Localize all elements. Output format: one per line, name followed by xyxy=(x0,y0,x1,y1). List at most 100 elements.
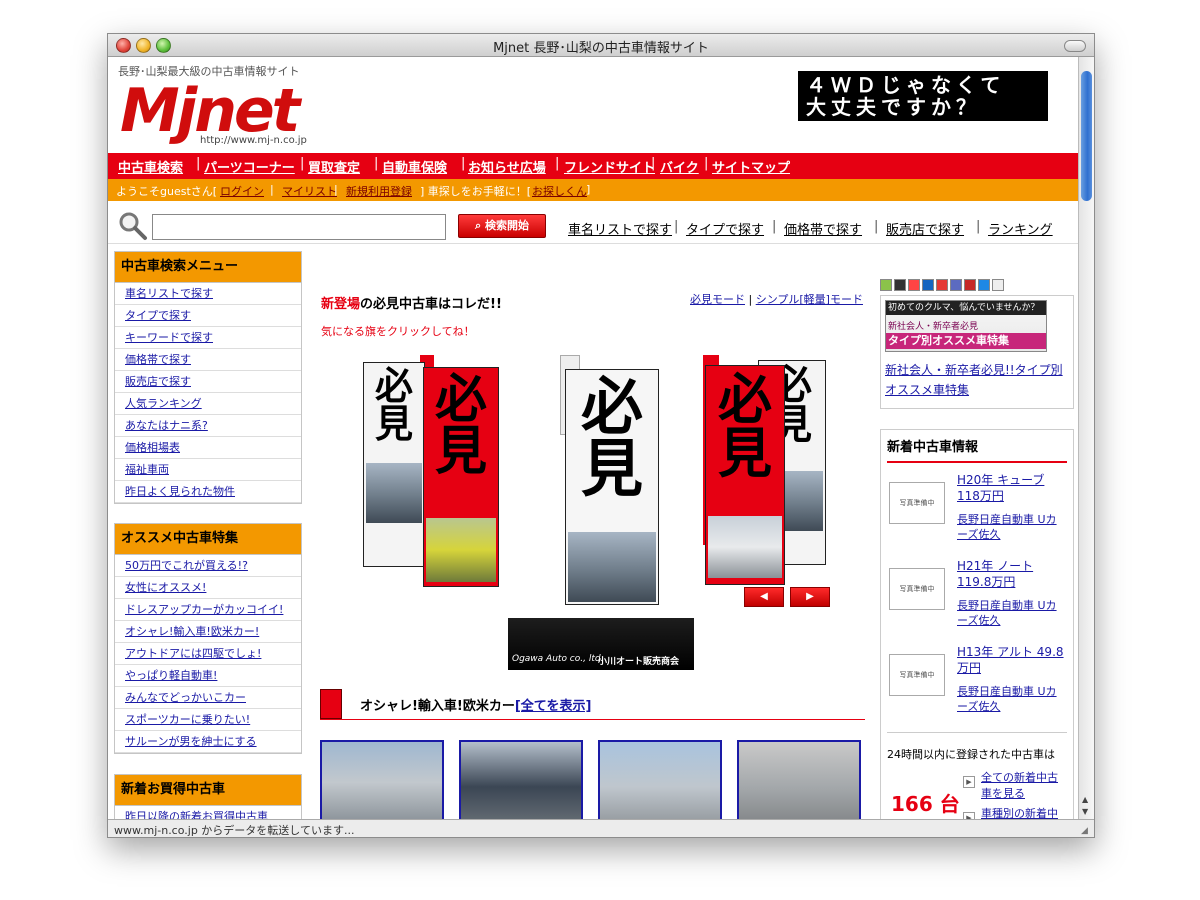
search-button[interactable]: ⌕ 検索開始 xyxy=(458,214,546,238)
nav-insurance[interactable]: 自動車保険 xyxy=(382,157,447,176)
no-photo-placeholder[interactable]: 写真準備中 xyxy=(889,568,945,610)
new-car-title[interactable]: H13年 アルト 49.8万円 xyxy=(957,645,1064,675)
search-by-price[interactable]: 価格帯で探す xyxy=(784,219,862,238)
flag-right-front[interactable]: 必 見 xyxy=(705,365,785,585)
bookmark-icon[interactable] xyxy=(922,279,934,291)
search-ranking[interactable]: ランキング xyxy=(988,219,1053,238)
menu-item[interactable]: 昨日以降の新着お買得中古車 xyxy=(125,810,268,819)
vertical-scrollbar[interactable]: ▲ ▼ xyxy=(1078,57,1094,819)
scroll-up-icon[interactable]: ▲ xyxy=(1082,795,1088,804)
car-thumbnail[interactable] xyxy=(737,740,861,819)
nav-purchase[interactable]: 買取査定 xyxy=(308,157,360,176)
menu-item[interactable]: 価格相場表 xyxy=(125,441,180,454)
flag-kanji: 見 xyxy=(374,401,413,446)
nav-news[interactable]: お知らせ広場 xyxy=(468,157,546,176)
register-link[interactable]: 新規利用登録 xyxy=(346,185,412,198)
title-bar: Mjnet 長野･山梨の中古車情報サイト xyxy=(108,34,1094,57)
main-nav: 中古車検索 | パーツコーナー | 買取査定 | 自動車保険 | お知らせ広場 … xyxy=(108,153,1078,179)
bookmark-icon[interactable] xyxy=(992,279,1004,291)
new-car-title[interactable]: H21年 ノート 119.8万円 xyxy=(957,559,1033,589)
search-menu: 中古車検索メニュー 車名リストで探す タイプで探す キーワードで探す 価格帯で探… xyxy=(114,251,302,504)
menu-item[interactable]: タイプで探す xyxy=(125,309,191,322)
featured-title: 新登場の必見中古車はコレだ!! xyxy=(321,293,502,312)
ad-banner[interactable]: ４ＷＤじゃなくて 大丈夫ですか？ xyxy=(798,71,1048,121)
bargain-menu: 新着お買得中古車 昨日以降の新着お買得中古車 xyxy=(114,774,302,819)
bookmark-icon[interactable] xyxy=(964,279,976,291)
nav-separator: | xyxy=(374,156,379,171)
promo-link[interactable]: 新社会人・新卒者必見!!タイプ別オススメ車特集 xyxy=(885,363,1063,397)
car-photo xyxy=(568,532,656,602)
menu-item[interactable]: 販売店で探す xyxy=(125,375,191,388)
bookmark-icon[interactable] xyxy=(936,279,948,291)
menu-item[interactable]: 福祉車両 xyxy=(125,463,169,476)
shop-banner[interactable]: Ogawa Auto co., ltd. 小川オート販売商会 xyxy=(508,618,694,670)
no-photo-placeholder[interactable]: 写真準備中 xyxy=(889,482,945,524)
menu-item[interactable]: サルーンが男を紳士にする xyxy=(125,735,257,748)
resize-grip-icon[interactable]: ◢ xyxy=(1081,826,1091,836)
bookmark-icon[interactable] xyxy=(880,279,892,291)
nav-used-car-search[interactable]: 中古車検索 xyxy=(118,157,183,176)
search-by-name[interactable]: 車名リストで探す xyxy=(568,219,672,238)
flag-left-front[interactable]: 必 見 xyxy=(423,367,499,587)
bargain-menu-title: 新着お買得中古車 xyxy=(115,775,301,806)
shop-logo-text: Ogawa Auto co., ltd. xyxy=(512,654,604,664)
nav-bike[interactable]: バイク xyxy=(660,157,699,176)
nav-sitemap[interactable]: サイトマップ xyxy=(712,157,790,176)
search-sep: | xyxy=(772,219,777,234)
new-by-type-link[interactable]: 車種別の新着中 xyxy=(981,807,1058,819)
all-new-cars-link[interactable]: 全ての新着中古車を見る xyxy=(981,771,1058,800)
new-car-title[interactable]: H20年 キューブ 118万円 xyxy=(957,473,1044,503)
search-menu-title: 中古車検索メニュー xyxy=(115,252,301,283)
bookmark-icon[interactable] xyxy=(950,279,962,291)
menu-item[interactable]: ドレスアップカーがカッコイイ! xyxy=(125,603,283,616)
site-logo[interactable]: Mjnet xyxy=(120,81,300,141)
bookmark-icon[interactable] xyxy=(978,279,990,291)
menu-item[interactable]: 価格帯で探す xyxy=(125,353,191,366)
flag-kanji: 必 xyxy=(580,370,643,443)
next-button[interactable]: ▶ xyxy=(790,587,830,607)
menu-item[interactable]: みんなでどっかいこカー xyxy=(125,691,246,704)
bookmark-icon[interactable] xyxy=(894,279,906,291)
recommend-menu: オススメ中古車特集 50万円でこれが買える!? 女性にオススメ! ドレスアップカ… xyxy=(114,523,302,754)
menu-item[interactable]: 女性にオススメ! xyxy=(125,581,206,594)
menu-item[interactable]: あなたはナニ系? xyxy=(125,419,208,432)
search-helper-link[interactable]: お探しくん xyxy=(532,185,587,198)
mode-simple-link[interactable]: シンプル[軽量]モード xyxy=(756,293,863,306)
toolbar-toggle-icon[interactable] xyxy=(1064,40,1086,52)
scroll-down-icon[interactable]: ▼ xyxy=(1082,807,1088,816)
mylist-link[interactable]: マイリスト xyxy=(282,185,337,198)
nav-friend-sites[interactable]: フレンドサイト xyxy=(564,157,655,176)
menu-item[interactable]: アウトドアには四駆でしょ! xyxy=(125,647,261,660)
userbar-end-text: ] xyxy=(586,183,591,196)
menu-item[interactable]: スポーツカーに乗りたい! xyxy=(125,713,250,726)
status-bar: www.mj-n.co.jp からデータを転送しています... ◢ xyxy=(108,819,1094,837)
flag-left-back[interactable]: 必 見 xyxy=(363,362,425,567)
no-photo-placeholder[interactable]: 写真準備中 xyxy=(889,654,945,696)
search-by-shop[interactable]: 販売店で探す xyxy=(886,219,964,238)
menu-item[interactable]: 50万円でこれが買える!? xyxy=(125,559,248,572)
car-thumbnail[interactable] xyxy=(320,740,444,819)
car-thumbnail[interactable] xyxy=(459,740,583,819)
flag-center[interactable]: 必 見 xyxy=(565,369,659,605)
new-car-shop[interactable]: 長野日産自動車 Uカーズ佐久 xyxy=(957,685,1057,713)
bookmark-icon[interactable] xyxy=(908,279,920,291)
search-by-type[interactable]: タイプで探す xyxy=(686,219,764,238)
new-car-shop[interactable]: 長野日産自動車 Uカーズ佐久 xyxy=(957,513,1057,541)
scrollbar-thumb[interactable] xyxy=(1081,71,1092,201)
show-all-link[interactable]: [全てを表示] xyxy=(515,699,592,714)
menu-item[interactable]: キーワードで探す xyxy=(125,331,213,344)
search-input[interactable] xyxy=(152,214,446,240)
arrow-right-icon: ▶ xyxy=(963,776,975,788)
car-thumbnail[interactable] xyxy=(598,740,722,819)
menu-item[interactable]: 車名リストで探す xyxy=(125,287,213,300)
login-link[interactable]: ログイン xyxy=(220,185,264,198)
nav-parts[interactable]: パーツコーナー xyxy=(204,157,295,176)
new-car-shop[interactable]: 長野日産自動車 Uカーズ佐久 xyxy=(957,599,1057,627)
menu-item[interactable]: やっぱり軽自動車! xyxy=(125,669,217,682)
menu-item[interactable]: オシャレ!輸入車!欧米カー! xyxy=(125,625,259,638)
prev-button[interactable]: ◀ xyxy=(744,587,784,607)
mode-hikken-link[interactable]: 必見モード xyxy=(690,293,745,306)
promo-banner[interactable]: 初めてのクルマ、悩んでいませんか？ 新社会人・新卒者必見 タイプ別オススメ車特集 xyxy=(885,300,1047,352)
menu-item[interactable]: 昨日よく見られた物件 xyxy=(125,485,235,498)
menu-item[interactable]: 人気ランキング xyxy=(125,397,202,410)
